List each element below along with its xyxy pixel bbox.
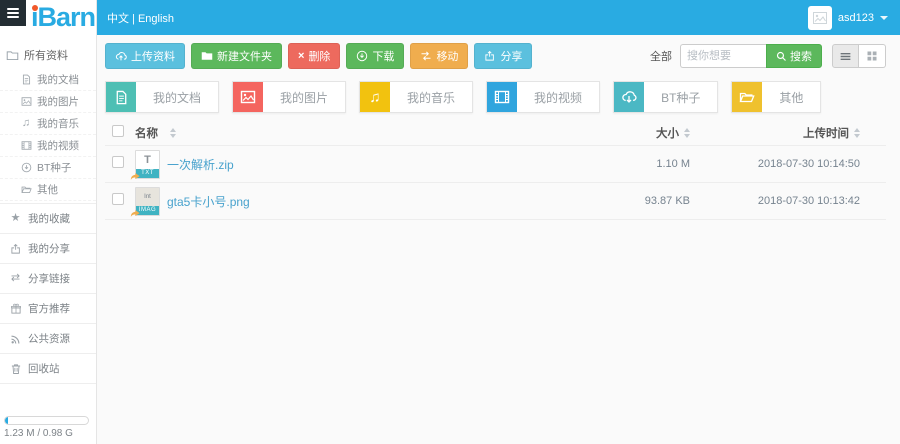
- film-icon: [487, 82, 517, 112]
- logo-dot: [32, 5, 38, 11]
- sidebar-item-my-shares[interactable]: 我的分享: [0, 234, 96, 264]
- file-size: 1.10 M: [656, 158, 690, 170]
- retweet-icon: ⇄: [9, 273, 22, 284]
- cloud-download-icon: [614, 82, 644, 112]
- menu-toggle-button[interactable]: [0, 0, 26, 26]
- move-arrows-icon: [420, 50, 432, 62]
- storage-text: 1.23 M / 0.98 G: [4, 428, 89, 439]
- username: asd123: [838, 12, 874, 24]
- folder-icon: [201, 50, 213, 62]
- file-table: 名称 大小 上传时间 T TXT 一次解析.zip: [105, 124, 886, 220]
- gift-icon: [9, 303, 22, 315]
- sort-name-icon[interactable]: [170, 128, 176, 138]
- image-placeholder-icon: [812, 10, 828, 26]
- sidebar-item-public-resources[interactable]: 公共资源: [0, 324, 96, 354]
- table-row: Int IMAG gta5卡小号.png 93.87 KB 2018-07-30…: [105, 183, 886, 220]
- sidebar-item-my-videos[interactable]: 我的视频: [0, 135, 96, 157]
- sidebar-item-recycle-bin[interactable]: 回收站: [0, 354, 96, 384]
- search-area: 全部 搜索: [650, 44, 886, 68]
- close-icon: ×: [298, 51, 304, 62]
- file-thumbnail-image: Int IMAG: [135, 187, 160, 216]
- sidebar-item-my-music[interactable]: ♫ 我的音乐: [0, 113, 96, 135]
- new-folder-button[interactable]: 新建文件夹: [191, 43, 282, 69]
- category-tabs: 我的文档 我的图片 ♫ 我的音乐 我的视频 BT种子 其他: [97, 74, 900, 124]
- film-icon: [20, 140, 32, 151]
- folder-icon: [6, 49, 19, 62]
- rss-icon: [9, 333, 22, 345]
- app-logo: ıBarn: [31, 2, 95, 33]
- trash-icon: [9, 363, 22, 375]
- sidebar-item-my-docs[interactable]: 我的文档: [0, 69, 96, 91]
- star-icon: ★: [9, 213, 22, 224]
- file-link[interactable]: 一次解析.zip: [167, 156, 234, 173]
- download-button[interactable]: 下载: [346, 43, 404, 69]
- search-icon: [776, 51, 787, 62]
- folder-open-icon: [20, 184, 32, 195]
- tab-my-music[interactable]: ♫ 我的音乐: [359, 81, 473, 113]
- sidebar-item-my-pictures[interactable]: 我的图片: [0, 91, 96, 113]
- file-upload-time: 2018-07-30 10:13:42: [758, 195, 860, 207]
- sidebar: 所有资料 我的文档 我的图片 ♫ 我的音乐 我的视频 BT种子: [0, 0, 97, 444]
- grid-icon: [866, 50, 878, 62]
- tab-my-docs[interactable]: 我的文档: [105, 81, 219, 113]
- folder-open-icon: [732, 82, 762, 112]
- tab-my-pictures[interactable]: 我的图片: [232, 81, 346, 113]
- top-header: 中文 | English asd123: [97, 0, 900, 35]
- music-icon: ♫: [20, 118, 32, 129]
- language-switch[interactable]: 中文 | English: [107, 10, 174, 26]
- sidebar-item-bt-seeds[interactable]: BT种子: [0, 157, 96, 179]
- column-name: 名称: [135, 125, 158, 141]
- sidebar-item-recommended[interactable]: 官方推荐: [0, 294, 96, 324]
- music-icon: ♫: [360, 82, 390, 112]
- search-button[interactable]: 搜索: [766, 44, 822, 68]
- table-header: 名称 大小 上传时间: [105, 124, 886, 146]
- sort-time-icon[interactable]: [854, 128, 860, 138]
- list-view-button[interactable]: [832, 44, 859, 68]
- list-icon: [839, 50, 852, 63]
- select-all-checkbox[interactable]: [112, 125, 124, 137]
- row-checkbox[interactable]: [112, 193, 124, 205]
- avatar: [808, 6, 832, 30]
- toolbar: 上传资料 新建文件夹 × 删除 下载 移动 分享 全部: [97, 35, 900, 74]
- download-circle-icon: [356, 50, 368, 62]
- search-input[interactable]: [680, 44, 766, 68]
- tab-bt-seeds[interactable]: BT种子: [613, 81, 718, 113]
- tab-my-videos[interactable]: 我的视频: [486, 81, 600, 113]
- file-size: 93.87 KB: [645, 195, 690, 207]
- file-text-icon: [20, 74, 32, 85]
- shared-arrow-icon: [130, 172, 140, 181]
- column-size: 大小: [656, 125, 679, 141]
- sidebar-item-share-links[interactable]: ⇄ 分享链接: [0, 264, 96, 294]
- cloud-upload-icon: [115, 50, 127, 62]
- sidebar-item-all-files[interactable]: 所有资料: [0, 42, 96, 69]
- upload-button[interactable]: 上传资料: [105, 43, 185, 69]
- file-text-icon: [106, 82, 136, 112]
- move-button[interactable]: 移动: [410, 43, 468, 69]
- sidebar-item-favorites[interactable]: ★ 我的收藏: [0, 203, 96, 234]
- row-checkbox[interactable]: [112, 156, 124, 168]
- share-button[interactable]: 分享: [474, 43, 532, 69]
- storage-progressbar: [4, 416, 89, 425]
- main-panel: 上传资料 新建文件夹 × 删除 下载 移动 分享 全部: [97, 35, 900, 444]
- image-icon: [233, 82, 263, 112]
- search-filter-dropdown[interactable]: 全部: [650, 48, 672, 64]
- shared-arrow-icon: [130, 209, 140, 218]
- delete-button[interactable]: × 删除: [288, 43, 340, 69]
- view-toggle: [832, 44, 886, 68]
- column-time: 上传时间: [803, 125, 849, 141]
- share-icon: [9, 243, 22, 255]
- sidebar-item-other[interactable]: 其他: [0, 179, 96, 201]
- file-upload-time: 2018-07-30 10:14:50: [758, 158, 860, 170]
- download-circle-icon: [20, 162, 32, 173]
- share-icon: [484, 50, 496, 62]
- chevron-down-icon: [880, 16, 888, 20]
- image-icon: [20, 96, 32, 107]
- table-row: T TXT 一次解析.zip 1.10 M 2018-07-30 10:14:5…: [105, 146, 886, 183]
- user-menu[interactable]: asd123: [808, 6, 888, 30]
- storage-quota: 1.23 M / 0.98 G: [4, 416, 89, 439]
- tab-other[interactable]: 其他: [731, 81, 821, 113]
- file-link[interactable]: gta5卡小号.png: [167, 193, 250, 210]
- file-thumbnail-txt: T TXT: [135, 150, 160, 179]
- grid-view-button[interactable]: [859, 44, 886, 68]
